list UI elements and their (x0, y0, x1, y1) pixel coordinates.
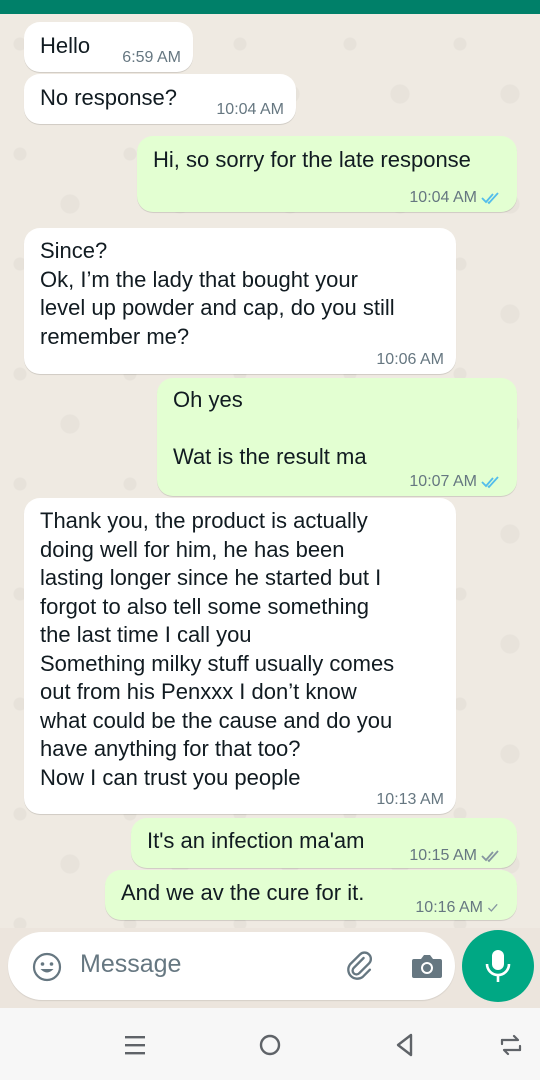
message-time: 10:13 AM (376, 786, 444, 815)
emoji-icon[interactable] (32, 952, 62, 982)
message-bubble-incoming[interactable]: Thank you, the product is actually doing… (24, 498, 456, 814)
message-bubble-incoming[interactable]: No response? 10:04 AM (24, 74, 296, 124)
home-icon[interactable] (255, 1030, 285, 1060)
message-bubble-outgoing[interactable]: Oh yes Wat is the result ma 10:07 AM (157, 378, 517, 496)
microphone-icon (485, 950, 511, 982)
message-timestamp: 10:04 AM (409, 189, 477, 206)
message-time: 10:15 AM (409, 842, 503, 871)
chat-area[interactable]: Hello 6:59 AM No response? 10:04 AM Hi, … (0, 14, 540, 928)
back-icon[interactable] (390, 1030, 420, 1060)
message-text: It's an infection ma'am (147, 828, 365, 853)
message-timestamp: 10:16 AM (415, 899, 483, 916)
message-text: Since? Ok, I’m the lady that bought your… (40, 238, 395, 349)
message-time: 10:07 AM (409, 468, 503, 497)
app-header-bar (0, 0, 540, 14)
message-text: Hi, so sorry for the late response (153, 147, 471, 172)
double-check-read-icon (481, 476, 499, 489)
message-text: No response? (40, 85, 177, 110)
message-bubble-outgoing[interactable]: And we av the cure for it. 10:16 AM (105, 870, 517, 920)
message-text: Oh yes Wat is the result ma (173, 387, 367, 469)
message-timestamp: 10:06 AM (376, 351, 444, 368)
message-time: 10:06 AM (376, 346, 444, 375)
double-check-delivered-icon (481, 850, 499, 863)
message-bubble-incoming[interactable]: Hello 6:59 AM (24, 22, 193, 72)
double-check-read-icon (481, 192, 499, 205)
message-text: Thank you, the product is actually doing… (40, 508, 395, 790)
recents-icon[interactable] (120, 1030, 150, 1060)
message-timestamp: 10:04 AM (216, 101, 284, 118)
camera-icon[interactable] (410, 951, 444, 981)
single-check-sent-icon (487, 904, 498, 913)
message-text: Hello (40, 33, 91, 58)
message-composer: Message (8, 932, 455, 1000)
message-timestamp: 6:59 AM (122, 49, 181, 66)
microphone-button[interactable] (462, 930, 534, 1002)
paperclip-icon[interactable] (342, 949, 376, 983)
message-timestamp: 10:15 AM (409, 847, 477, 864)
message-timestamp: 10:13 AM (376, 791, 444, 808)
message-bubble-outgoing[interactable]: It's an infection ma'am 10:15 AM (131, 818, 517, 868)
rotate-icon[interactable] (496, 1030, 526, 1060)
message-time: 10:04 AM (409, 184, 503, 213)
message-timestamp: 10:07 AM (409, 473, 477, 490)
message-bubble-outgoing[interactable]: Hi, so sorry for the late response 10:04… (137, 136, 517, 212)
message-input[interactable]: Message (80, 950, 181, 979)
message-bubble-incoming[interactable]: Since? Ok, I’m the lady that bought your… (24, 228, 456, 374)
message-text: And we av the cure for it. (121, 880, 365, 905)
system-navigation-bar (0, 1008, 540, 1080)
message-time: 10:04 AM (216, 96, 284, 125)
message-time: 6:59 AM (122, 44, 181, 73)
message-time: 10:16 AM (415, 894, 503, 923)
